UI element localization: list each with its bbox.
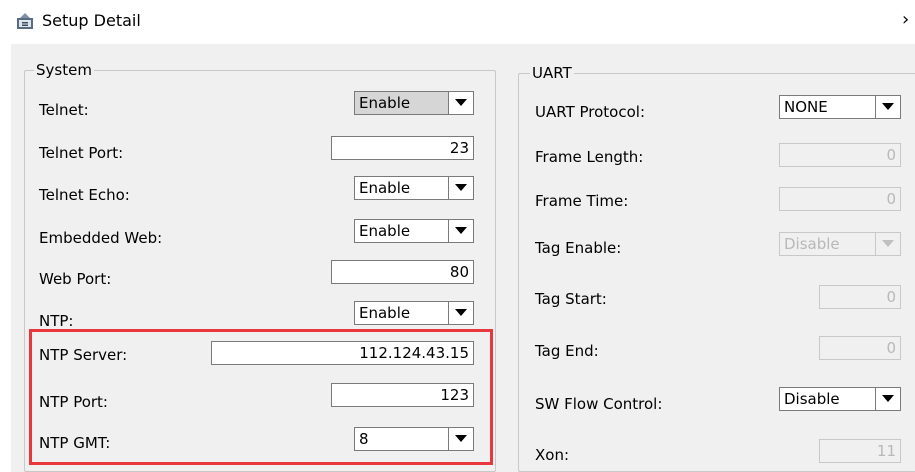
tag-enable-value: Disable [784,235,840,253]
telnet-echo-select[interactable]: Enable [354,176,474,200]
web-port-label: Web Port: [39,270,112,288]
frame-time-label: Frame Time: [535,192,629,210]
chevron-down-icon[interactable] [875,96,900,118]
tag-enable-select: Disable [779,232,901,256]
uart-protocol-label: UART Protocol: [535,103,646,121]
ntp-gmt-select[interactable]: 8 [354,427,474,451]
ntp-select[interactable]: Enable [354,301,474,325]
ntp-gmt-label: NTP GMT: [39,434,111,452]
title-bar[interactable]: Setup Detail › [0,0,915,44]
ntp-port-input[interactable]: 123 [331,383,474,407]
uart-protocol-value: NONE [784,98,828,116]
uart-protocol-select[interactable]: NONE [779,95,901,119]
frame-length-label: Frame Length: [535,148,644,166]
chevron-down-icon[interactable] [448,220,473,242]
embedded-web-label: Embedded Web: [39,229,163,247]
chevron-down-icon[interactable] [448,302,473,324]
window-left-edge [0,0,11,472]
sw-flow-control-label: SW Flow Control: [535,395,663,413]
telnet-value: Enable [359,94,411,112]
ntp-server-input[interactable]: 112.124.43.15 [211,341,474,365]
telnet-label: Telnet: [39,101,89,119]
tag-start-label: Tag Start: [535,290,607,308]
ntp-server-label: NTP Server: [39,346,128,364]
frame-length-input: 0 [779,143,901,167]
xon-input: 11 [819,439,901,463]
ntp-label: NTP: [39,312,74,330]
web-port-input[interactable]: 80 [331,260,474,284]
ntp-port-label: NTP Port: [39,393,108,411]
embedded-web-select[interactable]: Enable [354,219,474,243]
sw-flow-control-select[interactable]: Disable [779,387,901,411]
embedded-web-value: Enable [359,222,411,240]
close-icon[interactable]: › [902,9,909,30]
tag-end-label: Tag End: [535,342,599,360]
telnet-port-input[interactable]: 23 [331,136,474,160]
ntp-gmt-value: 8 [359,430,369,448]
tag-start-input: 0 [819,285,901,309]
telnet-port-label: Telnet Port: [39,144,124,162]
chevron-down-icon[interactable] [875,388,900,410]
chevron-down-icon[interactable] [448,428,473,450]
system-legend: System [34,61,94,79]
settings-window-icon [17,13,33,29]
ntp-value: Enable [359,304,411,322]
tag-enable-label: Tag Enable: [535,239,622,257]
uart-legend: UART [530,64,574,82]
frame-time-input: 0 [779,187,901,211]
window-title: Setup Detail [42,11,141,30]
chevron-down-icon[interactable] [448,92,473,114]
chevron-down-icon [875,233,900,255]
xon-label: Xon: [535,446,570,464]
telnet-select[interactable]: Enable [354,91,474,115]
tag-end-input: 0 [819,336,901,360]
sw-flow-control-value: Disable [784,390,840,408]
chevron-down-icon[interactable] [448,177,473,199]
telnet-echo-value: Enable [359,179,411,197]
telnet-echo-label: Telnet Echo: [39,186,130,204]
